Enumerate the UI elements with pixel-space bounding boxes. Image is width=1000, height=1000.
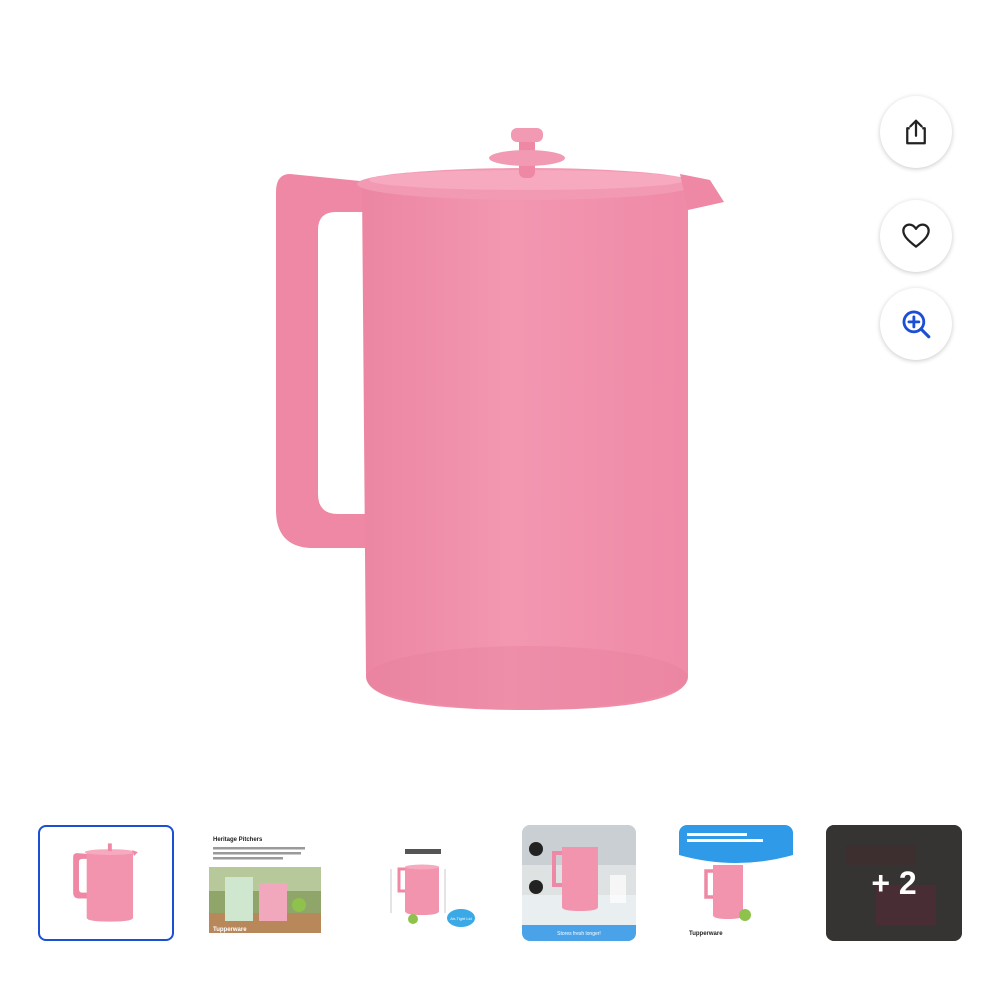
thumb2-title: Heritage Pitchers (213, 837, 263, 843)
thumbnail-pitcher-image (73, 843, 138, 922)
zoom-in-icon (902, 310, 931, 339)
pink-pitcher-illustration (276, 128, 724, 710)
thumbnail-kitchen-image: Stores fresh longer! (522, 825, 636, 941)
zoom-button[interactable] (880, 288, 952, 360)
thumbnail-3[interactable]: Air-Tight Lid (373, 825, 509, 941)
thumbnail-4[interactable]: Stores fresh longer! (522, 825, 636, 941)
thumbnail-promo-image: Tupperware (679, 825, 793, 941)
thumbnail-strip: Heritage Pitchers Tupperware Air-Tight L… (0, 825, 1000, 945)
thumbnail-more[interactable]: + 2 (826, 825, 962, 941)
share-button[interactable] (880, 96, 952, 168)
thumb3-badge: Air-Tight Lid (450, 916, 471, 921)
thumbnail-dimensions-image: Air-Tight Lid (373, 825, 509, 941)
thumbnail-2[interactable]: Heritage Pitchers Tupperware (203, 825, 339, 941)
thumb5-brand: Tupperware (689, 931, 723, 937)
more-images-count: + 2 (826, 825, 962, 941)
thumbnail-lifestyle-image: Heritage Pitchers Tupperware (203, 825, 339, 941)
main-product-image[interactable] (180, 70, 820, 770)
product-gallery: Heritage Pitchers Tupperware Air-Tight L… (0, 0, 1000, 1000)
pitcher-body (362, 186, 688, 710)
thumb2-brand: Tupperware (213, 927, 247, 933)
thumbnail-1[interactable] (38, 825, 174, 941)
heart-icon (902, 223, 930, 248)
share-icon (906, 119, 926, 145)
thumbnail-5[interactable]: Tupperware (679, 825, 793, 941)
pitcher-handle (276, 174, 372, 548)
favorite-button[interactable] (880, 200, 952, 272)
thumb4-caption: Stores fresh longer! (557, 931, 601, 937)
